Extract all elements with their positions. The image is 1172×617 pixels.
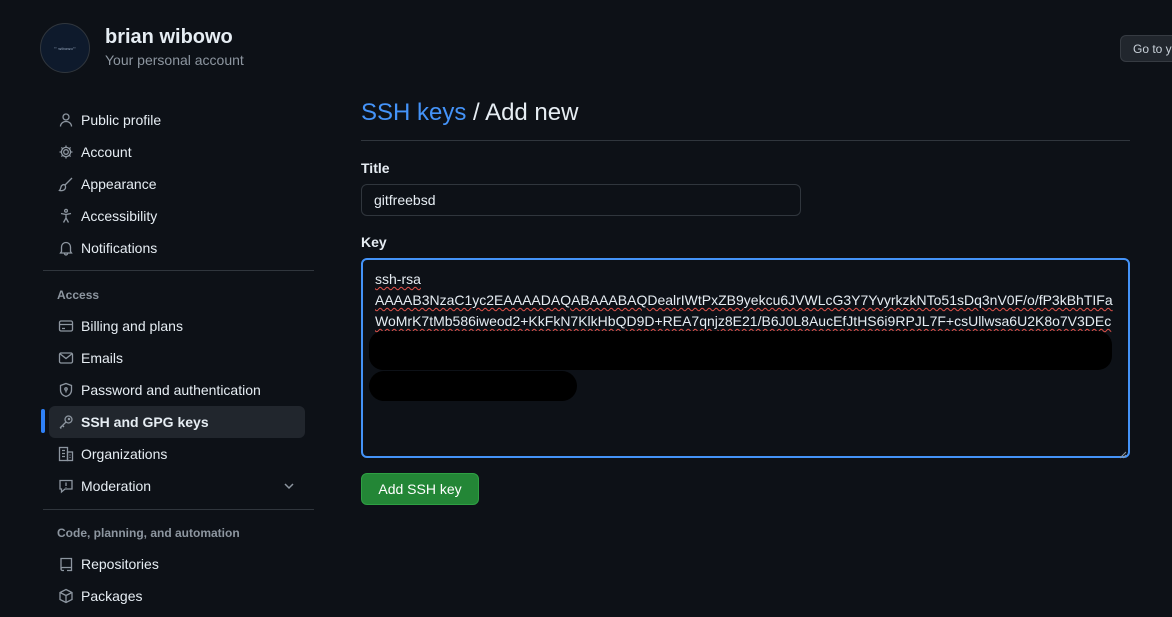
sidebar-item-label: Notifications: [81, 240, 158, 256]
redaction-block: [369, 371, 577, 401]
key-icon: [58, 414, 74, 430]
shield-lock-icon: [58, 382, 74, 398]
account-subtitle: Your personal account: [105, 52, 244, 68]
sidebar-item-organizations[interactable]: Organizations: [49, 438, 305, 470]
sidebar-item-emails[interactable]: Emails: [49, 342, 305, 374]
breadcrumb-current: Add new: [485, 99, 579, 126]
resize-handle-icon[interactable]: [1118, 446, 1127, 459]
sidebar-item-label: Organizations: [81, 446, 168, 462]
sidebar-divider: [43, 509, 314, 510]
gear-icon: [58, 144, 74, 160]
report-icon: [58, 478, 74, 494]
key-text-line: ssh-rsa: [375, 269, 1116, 290]
sidebar-item-label: Packages: [81, 588, 143, 604]
go-to-profile-button[interactable]: Go to your personal profile: [1120, 35, 1172, 62]
sidebar-item-accessibility[interactable]: Accessibility: [49, 200, 305, 232]
sidebar-item-ssh-gpg-keys[interactable]: SSH and GPG keys: [49, 406, 305, 438]
title-input[interactable]: [361, 184, 801, 216]
avatar-text: "" wibowo"": [53, 45, 77, 51]
sidebar-item-label: Moderation: [81, 478, 152, 494]
sidebar-item-label: Emails: [81, 350, 124, 366]
sidebar-section-code: Code, planning, and automation: [57, 526, 240, 540]
sidebar-item-notifications[interactable]: Notifications: [49, 232, 305, 264]
repo-icon: [58, 556, 74, 572]
sidebar-item-appearance[interactable]: Appearance: [49, 168, 305, 200]
sidebar-section-access: Access: [57, 288, 100, 302]
page-title: SSH keys / Add new: [361, 99, 578, 127]
breadcrumb-ssh-keys-link[interactable]: SSH keys: [361, 99, 466, 126]
sidebar-item-repositories[interactable]: Repositories: [49, 548, 305, 580]
account-name: brian wibowo: [105, 26, 233, 48]
mail-icon: [58, 350, 74, 366]
key-field-label: Key: [361, 234, 387, 250]
active-indicator: [41, 409, 45, 433]
sidebar-item-moderation[interactable]: Moderation: [49, 470, 305, 502]
sidebar-item-label: Public profile: [81, 112, 162, 128]
package-icon: [58, 588, 74, 604]
sidebar-item-label: Appearance: [81, 176, 157, 192]
title-divider: [361, 140, 1130, 141]
sidebar-item-password[interactable]: Password and authentication: [49, 374, 305, 406]
breadcrumb-separator: /: [466, 99, 486, 126]
sidebar-item-label: Repositories: [81, 556, 159, 572]
accessibility-icon: [58, 208, 74, 224]
sidebar-item-public-profile[interactable]: Public profile: [49, 104, 305, 136]
sidebar-item-label: Billing and plans: [81, 318, 183, 334]
credit-card-icon: [58, 318, 74, 334]
chevron-down-icon[interactable]: [281, 478, 297, 494]
key-text-line: WoMrK7tMb586iweod2+KkFkN7KlkHbQD9D+REA7q…: [375, 313, 1112, 329]
sidebar-item-billing[interactable]: Billing and plans: [49, 310, 305, 342]
sidebar-item-label: SSH and GPG keys: [81, 414, 209, 430]
key-text-rsa: ssh-rsa: [375, 271, 421, 287]
add-ssh-key-button[interactable]: Add SSH key: [361, 473, 479, 505]
title-field-label: Title: [361, 160, 390, 176]
sidebar-item-label: Password and authentication: [81, 382, 261, 398]
sidebar-item-label: Account: [81, 144, 132, 160]
key-text-line: AAAAB3NzaC1yc2EAAAADAQABAAABAQDealrIWtPx…: [375, 292, 1113, 308]
person-icon: [58, 112, 74, 128]
bell-icon: [58, 240, 74, 256]
organization-icon: [58, 446, 74, 462]
paintbrush-icon: [58, 176, 74, 192]
sidebar-divider: [43, 270, 314, 271]
redaction-block: [369, 331, 1112, 370]
sidebar-item-account[interactable]: Account: [49, 136, 305, 168]
avatar: "" wibowo"": [40, 23, 90, 73]
sidebar-item-label: Accessibility: [81, 208, 158, 224]
sidebar-item-packages[interactable]: Packages: [49, 580, 305, 612]
